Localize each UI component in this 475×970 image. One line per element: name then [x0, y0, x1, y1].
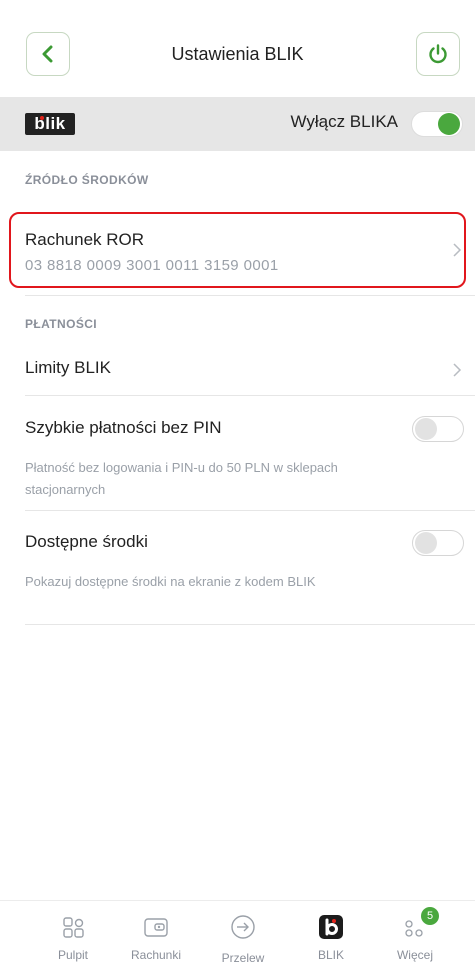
- bottom-tab-bar: Pulpit Rachunki Przelew BLIK 5 Więcej: [0, 900, 475, 970]
- toggle-knob: [438, 113, 460, 135]
- blik-status-bar: blik Wyłącz BLIKA: [0, 97, 475, 151]
- disable-blik-toggle[interactable]: [411, 111, 463, 137]
- toggle-knob: [415, 418, 437, 440]
- fast-payments-label: Szybkie płatności bez PIN: [25, 418, 222, 437]
- tab-label: Przelew: [221, 951, 265, 965]
- available-funds-toggle[interactable]: [412, 530, 464, 556]
- funding-account-row[interactable]: Rachunek ROR 03 8818 0009 3001 0011 3159…: [0, 212, 475, 288]
- power-icon: [429, 44, 447, 64]
- fast-payments-description: Płatność bez logowania i PIN-u do 50 PLN…: [25, 460, 338, 497]
- blik-logo: blik: [25, 113, 75, 135]
- tab-pulpit[interactable]: Pulpit: [33, 901, 113, 970]
- tab-przelew[interactable]: Przelew: [203, 901, 283, 970]
- fast-payments-toggle[interactable]: [412, 416, 464, 442]
- divider: [25, 295, 475, 296]
- tab-wiecej[interactable]: 5 Więcej: [375, 901, 455, 970]
- divider: [25, 395, 475, 396]
- chevron-right-icon: [453, 363, 462, 377]
- logout-button[interactable]: [416, 32, 460, 76]
- wallet-icon: [144, 918, 168, 937]
- blik-limits-label: Limity BLIK: [25, 358, 111, 377]
- chevron-right-icon: [453, 243, 462, 257]
- blik-icon: [319, 915, 343, 939]
- available-funds-description: Pokazuj dostępne środki na ekranie z kod…: [25, 574, 316, 589]
- tab-rachunki[interactable]: Rachunki: [116, 901, 196, 970]
- tab-label: Pulpit: [57, 948, 89, 962]
- blik-logo-dot: [40, 116, 44, 120]
- notification-badge: 5: [421, 907, 439, 925]
- tab-blik[interactable]: BLIK: [291, 901, 371, 970]
- divider: [25, 510, 475, 511]
- transfer-arrow-icon: [231, 915, 255, 939]
- tab-label: BLIK: [317, 948, 344, 962]
- payments-section-label: PŁATNOŚCI: [25, 317, 98, 331]
- divider: [25, 624, 475, 625]
- account-number: 03 8818 0009 3001 0011 3159 0001: [25, 257, 279, 274]
- disable-blik-label: Wyłącz BLIKA: [290, 112, 398, 131]
- tab-label: Rachunki: [130, 948, 182, 962]
- dashboard-icon: [63, 917, 84, 938]
- app-header: Ustawienia BLIK: [0, 0, 475, 90]
- tab-label: Więcej: [396, 948, 433, 962]
- page-title: Ustawienia BLIK: [171, 44, 304, 64]
- funding-section-label: ŹRÓDŁO ŚRODKÓW: [25, 173, 149, 187]
- toggle-knob: [415, 532, 437, 554]
- account-name: Rachunek ROR: [25, 230, 145, 249]
- blik-limits-row[interactable]: Limity BLIK: [0, 350, 475, 394]
- available-funds-label: Dostępne środki: [25, 532, 148, 551]
